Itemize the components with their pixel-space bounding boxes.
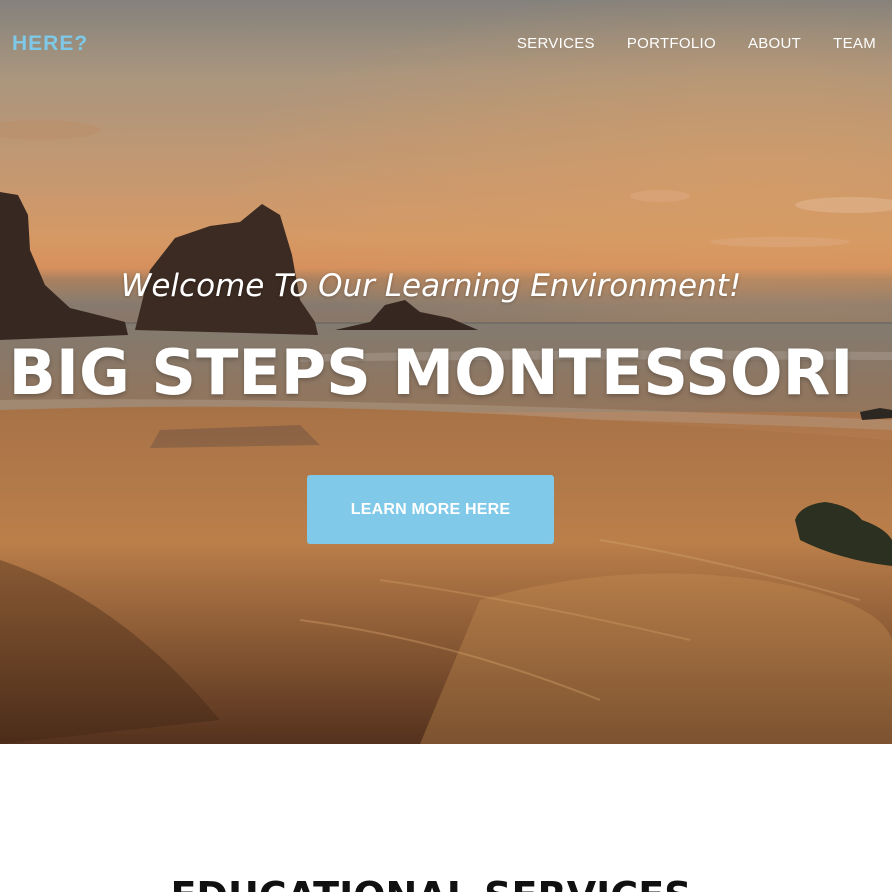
brand-logo[interactable]: HERE? — [12, 32, 88, 56]
hero-section: HERE? SERVICES PORTFOLIO ABOUT TEAM Welc… — [0, 0, 892, 744]
top-nav: SERVICES PORTFOLIO ABOUT TEAM — [517, 35, 876, 52]
nav-item-about[interactable]: ABOUT — [748, 35, 801, 52]
hero-subtitle: Welcome To Our Learning Environment! — [120, 268, 742, 304]
nav-item-portfolio[interactable]: PORTFOLIO — [627, 35, 716, 52]
nav-item-team[interactable]: TEAM — [833, 35, 876, 52]
services-heading: EDUCATIONAL SERVICES — [0, 874, 862, 892]
page: HERE? SERVICES PORTFOLIO ABOUT TEAM Welc… — [0, 0, 892, 892]
hero-title: BIG STEPS MONTESSORI — [8, 336, 854, 409]
nav-item-services[interactable]: SERVICES — [517, 35, 595, 52]
learn-more-button[interactable]: LEARN MORE HERE — [307, 475, 554, 544]
